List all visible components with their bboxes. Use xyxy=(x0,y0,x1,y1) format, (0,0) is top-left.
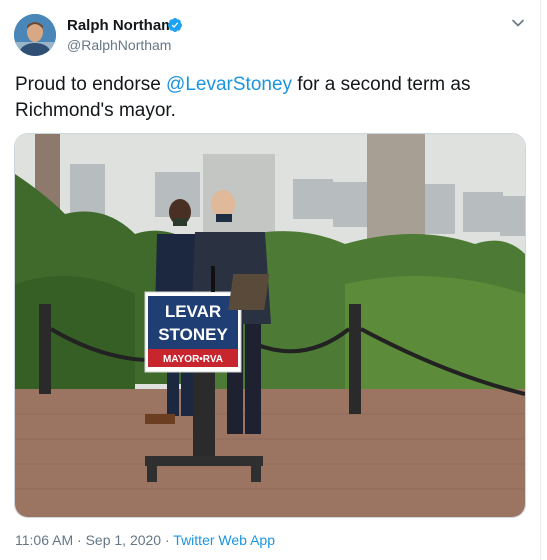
author-name[interactable]: Ralph Northam xyxy=(67,16,175,36)
tweet-text-before: Proud to endorse xyxy=(15,74,167,95)
sign-line2: STONEY xyxy=(158,325,228,344)
sign-line3: MAYOR•RVA xyxy=(163,354,223,365)
chevron-down-icon[interactable] xyxy=(511,16,525,30)
avatar-photo xyxy=(14,14,56,56)
tweet-card: Ralph Northam @RalphNortham Proud to end… xyxy=(0,0,541,560)
verified-badge-icon xyxy=(167,18,182,32)
tweet-photo[interactable]: LEVAR STONEY MAYOR•RVA xyxy=(14,133,526,518)
mention-link[interactable]: @LevarStoney xyxy=(166,74,292,95)
tweet-text: Proud to endorse @LevarStoney for a seco… xyxy=(15,72,525,124)
tweet-date[interactable]: Sep 1, 2020 xyxy=(86,532,162,548)
meta-separator: · xyxy=(73,532,86,548)
brick-plaza xyxy=(15,389,525,517)
avatar[interactable] xyxy=(14,14,56,56)
tweet-time[interactable]: 11:06 AM xyxy=(15,532,73,548)
meta-separator: · xyxy=(161,532,174,548)
plaque xyxy=(228,274,270,310)
tweet-source-link[interactable]: Twitter Web App xyxy=(173,532,275,548)
sign-line1: LEVAR xyxy=(165,302,221,321)
tweet-meta: 11:06 AM · Sep 1, 2020 · Twitter Web App xyxy=(15,531,275,549)
photo-scene: LEVAR STONEY MAYOR•RVA xyxy=(15,134,525,517)
author-handle[interactable]: @RalphNortham xyxy=(67,36,171,54)
